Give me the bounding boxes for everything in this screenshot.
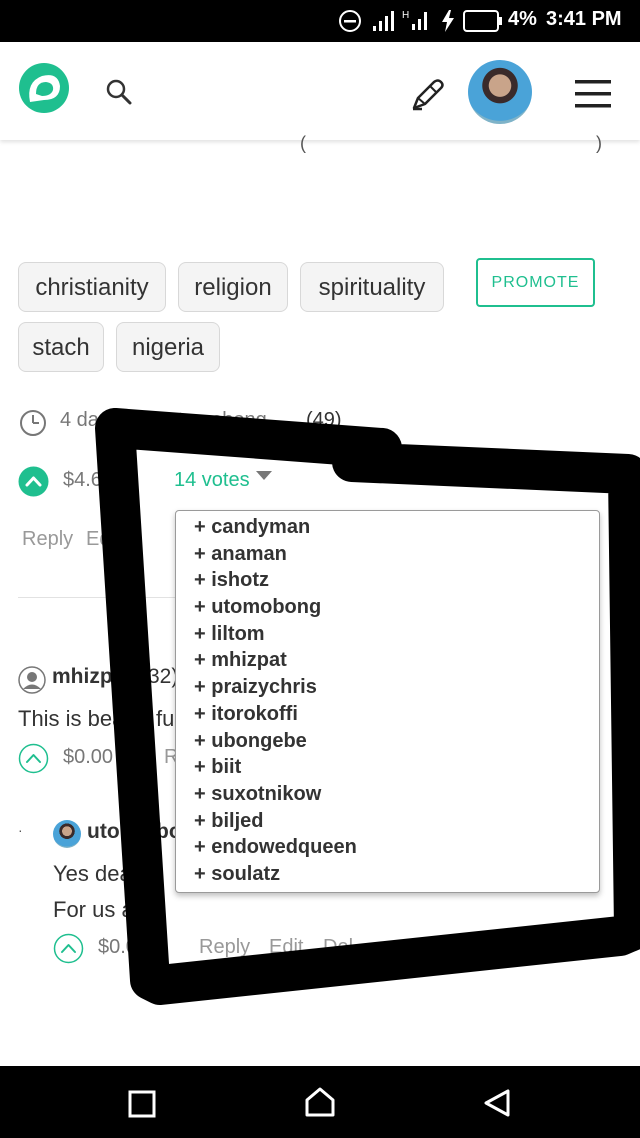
signal-h-icon: H [402, 10, 427, 30]
voter-item[interactable]: + biit [176, 754, 599, 781]
tag-stach[interactable]: stach [18, 322, 104, 372]
comment1-reputation: 32) [148, 665, 179, 688]
commenter-avatar-icon[interactable] [18, 666, 46, 694]
voter-item[interactable]: + ishotz [176, 567, 599, 594]
comment2-delete-link[interactable]: Del [323, 936, 353, 959]
back-icon[interactable] [482, 1088, 512, 1118]
recent-apps-icon[interactable] [128, 1090, 156, 1118]
clock-icon [20, 410, 46, 436]
voters-dropdown: + candyman + anaman + ishotz + utomobong… [175, 510, 600, 893]
tag-nigeria[interactable]: nigeria [116, 322, 220, 372]
post-time: 4 da [60, 409, 99, 431]
voter-item[interactable]: + utomobong [176, 594, 599, 621]
steemit-logo-icon[interactable] [16, 60, 72, 116]
author-reputation: (49) [306, 409, 342, 431]
clock: 3:41 PM [546, 8, 622, 30]
comment1-text-fragment: fu [156, 706, 175, 731]
home-icon[interactable] [304, 1086, 336, 1118]
votes-count[interactable]: 14 votes [174, 469, 250, 492]
system-nav-bar [0, 1066, 640, 1138]
voter-item[interactable]: + anaman [176, 541, 599, 568]
tag-christianity[interactable]: christianity [18, 262, 166, 312]
comment1-upvote-icon[interactable] [18, 743, 49, 774]
post-author[interactable]: by utomobong [140, 409, 267, 432]
status-bar: H 4% 3:41 PM [0, 0, 640, 42]
voter-item[interactable]: + biljed [176, 808, 599, 835]
comment2-reply-link[interactable]: Reply [199, 936, 250, 959]
write-post-icon[interactable] [410, 76, 446, 112]
cut-off-paren-right: ) [596, 133, 602, 153]
comment2-edit-link[interactable]: Edit [269, 936, 303, 959]
comment2-text-line2: For us a [53, 897, 134, 922]
voter-item[interactable]: + mhizpat [176, 647, 599, 674]
signal-icon [373, 11, 394, 31]
svg-text:H: H [402, 10, 409, 21]
voter-item[interactable]: + suxotnikow [176, 781, 599, 808]
post-payout[interactable]: $4.6 [63, 469, 102, 492]
do-not-disturb-icon [339, 10, 361, 32]
voter-item[interactable]: + soulatz [176, 861, 599, 888]
battery-icon [463, 10, 502, 32]
app-header [0, 42, 640, 140]
post-edit-link[interactable]: Ed [86, 528, 110, 551]
comment2-avatar[interactable] [53, 820, 81, 848]
charging-icon [442, 10, 454, 32]
voter-item[interactable]: + liltom [176, 621, 599, 648]
comment2-author[interactable]: utor [87, 820, 128, 844]
votes-dropdown-caret-icon[interactable] [255, 470, 273, 482]
upvote-active-icon[interactable] [18, 466, 49, 497]
thread-dot: · [18, 822, 23, 838]
battery-level: 4% [508, 8, 537, 30]
post-reply-link[interactable]: Reply [22, 528, 73, 551]
comment2-upvote-icon[interactable] [53, 933, 84, 964]
tag-religion[interactable]: religion [178, 262, 288, 312]
voter-item[interactable]: + praizychris [176, 674, 599, 701]
voter-item[interactable]: + itorokoffi [176, 701, 599, 728]
voter-item[interactable]: + endowedqueen [176, 834, 599, 861]
tag-spirituality[interactable]: spirituality [300, 262, 444, 312]
comment2-text-line1: Yes dea [53, 861, 132, 886]
search-icon[interactable] [105, 78, 133, 106]
cut-off-paren-left: ( [300, 133, 306, 153]
voter-item[interactable]: + ubongebe [176, 728, 599, 755]
user-avatar[interactable] [468, 60, 532, 124]
voter-item[interactable]: + candyman [176, 514, 599, 541]
comment1-text: This is bea [18, 706, 125, 731]
comment2-payout[interactable]: $0.0 [98, 936, 137, 959]
menu-icon[interactable] [574, 78, 612, 110]
comment1-payout[interactable]: $0.00 [63, 746, 113, 769]
promote-button[interactable]: PROMOTE [476, 258, 595, 307]
comment1-author[interactable]: mhizp [52, 665, 113, 689]
